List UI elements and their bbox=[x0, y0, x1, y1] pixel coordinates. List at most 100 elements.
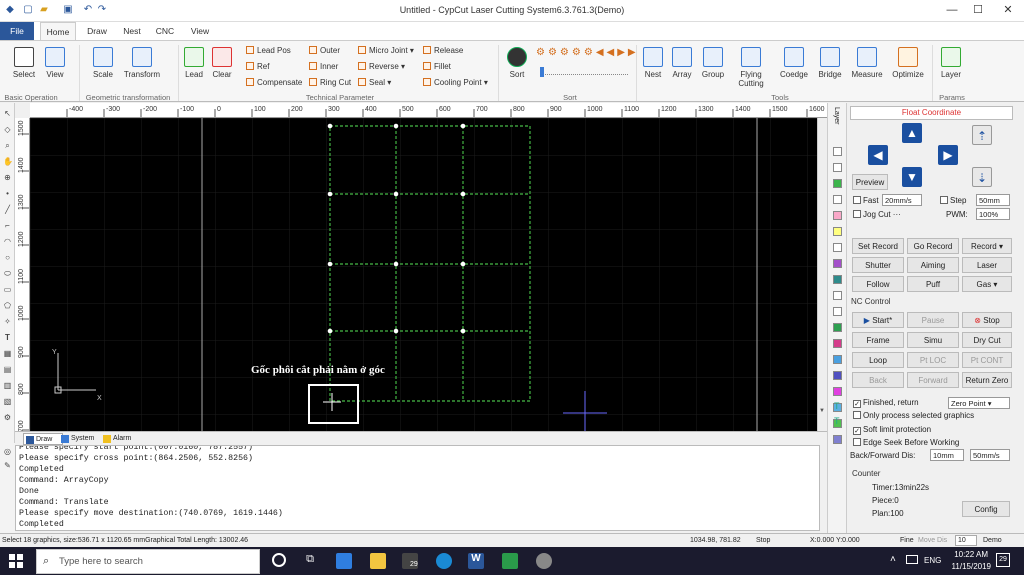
soft-limit-checkbox[interactable]: ✓ Soft limit protection bbox=[853, 425, 931, 435]
tray-arrow-icon[interactable]: ˄ bbox=[890, 554, 896, 565]
view-button[interactable]: View bbox=[38, 47, 72, 79]
jog-left-icon[interactable]: ◀ bbox=[868, 145, 888, 165]
inner-button[interactable]: Inner bbox=[309, 62, 338, 71]
node-edit-icon[interactable]: ◇ bbox=[3, 125, 12, 134]
app-taskbar-icon[interactable] bbox=[536, 553, 552, 569]
aiming-button[interactable]: Aiming bbox=[907, 257, 959, 273]
layer-swatch[interactable] bbox=[833, 259, 842, 268]
fillet-button[interactable]: Fillet bbox=[423, 62, 451, 71]
layer-swatch[interactable] bbox=[833, 291, 842, 300]
sort-slider[interactable] bbox=[540, 67, 628, 77]
minimize-icon[interactable]: — bbox=[940, 2, 964, 18]
cypcut-taskbar-icon[interactable] bbox=[502, 553, 518, 569]
ring-cut-button[interactable]: Ring Cut bbox=[309, 78, 351, 87]
layer-swatch[interactable] bbox=[833, 355, 842, 364]
lead-pos-button[interactable]: Lead Pos bbox=[246, 46, 291, 55]
cortana-icon[interactable] bbox=[272, 553, 286, 567]
micro-joint-button[interactable]: Micro Joint ▾ bbox=[358, 46, 414, 55]
text-layer-icon[interactable]: T bbox=[834, 401, 840, 411]
transform-button[interactable]: Transform bbox=[120, 47, 164, 79]
windows-start-icon[interactable] bbox=[8, 553, 24, 569]
reverse-button[interactable]: Reverse ▾ bbox=[358, 62, 405, 71]
sort-tool-icons[interactable]: ⚙⚙⚙⚙⚙◀◀▶▶ bbox=[536, 47, 636, 61]
return-zero-button[interactable]: Return Zero bbox=[962, 372, 1012, 388]
bridge-button[interactable]: Bridge bbox=[814, 47, 846, 79]
optimize-button[interactable]: Optimize bbox=[888, 47, 928, 79]
layer-swatch[interactable] bbox=[833, 307, 842, 316]
pt-cont-button[interactable]: Pt CONT bbox=[962, 352, 1012, 368]
select-button[interactable]: Select bbox=[6, 47, 42, 79]
step-checkbox[interactable]: Step bbox=[940, 196, 966, 205]
tab-system[interactable]: System bbox=[59, 433, 103, 445]
sort-slider-thumb[interactable] bbox=[540, 67, 544, 77]
ellipse-icon[interactable]: ⬭ bbox=[3, 269, 12, 278]
set-record-button[interactable]: Set Record bbox=[852, 238, 904, 254]
tab-file[interactable]: File bbox=[0, 22, 34, 40]
dry-cut-button[interactable]: Dry Cut bbox=[962, 332, 1012, 348]
layer-swatch[interactable] bbox=[833, 371, 842, 380]
scroll-down-icon[interactable]: ▼ bbox=[819, 408, 826, 415]
star-icon[interactable]: ✧ bbox=[3, 317, 12, 326]
command-console[interactable]: Please specify start point:(007.0160, 78… bbox=[15, 445, 820, 531]
loop-button[interactable]: Loop bbox=[852, 352, 904, 368]
pt-loc-button[interactable]: Pt LOC bbox=[907, 352, 959, 368]
gas-dropdown[interactable]: Gas ▾ bbox=[962, 276, 1012, 292]
sort-button[interactable]: Sort bbox=[502, 47, 532, 79]
forward-button[interactable]: Forward bbox=[907, 372, 959, 388]
drawing-canvas[interactable]: Gốc phôi cắt phải nằm ở góc Y X bbox=[30, 118, 827, 431]
lead-button[interactable]: Lead bbox=[182, 47, 206, 79]
point-icon[interactable]: • bbox=[3, 189, 12, 198]
tab-nest[interactable]: Nest bbox=[118, 22, 146, 40]
simu-button[interactable]: Simu bbox=[907, 332, 959, 348]
stop-button[interactable]: ⊗ Stop bbox=[962, 312, 1012, 328]
line-icon[interactable]: ╱ bbox=[3, 205, 12, 214]
layer-swatch[interactable] bbox=[833, 339, 842, 348]
layer-swatch[interactable] bbox=[833, 211, 842, 220]
go-record-button[interactable]: Go Record bbox=[907, 238, 959, 254]
zoom-icon[interactable]: ⌕ bbox=[3, 141, 12, 150]
preview-button[interactable]: Preview bbox=[852, 174, 888, 190]
pan-icon[interactable]: ✋ bbox=[3, 157, 13, 166]
tab-home[interactable]: Home bbox=[40, 22, 76, 40]
bf-speed-select[interactable]: 50mm/s bbox=[970, 449, 1010, 461]
scale-button[interactable]: Scale bbox=[84, 47, 122, 79]
puff-button[interactable]: Puff bbox=[907, 276, 959, 292]
taskbar-search[interactable]: ⌕ Type here to search bbox=[36, 549, 260, 574]
canvas-drawing[interactable] bbox=[30, 118, 827, 431]
ref-button[interactable]: Ref bbox=[246, 62, 269, 71]
rectangle-icon[interactable]: ▭ bbox=[3, 285, 12, 294]
edge-browser-icon[interactable] bbox=[336, 553, 352, 569]
finished-return-checkbox[interactable]: ✓ Finished, return bbox=[853, 398, 919, 408]
layer-swatch[interactable] bbox=[833, 227, 842, 236]
clear-button[interactable]: Clear bbox=[208, 47, 236, 79]
word-icon[interactable]: W bbox=[468, 553, 484, 569]
fast-speed-select[interactable]: 20mm/s bbox=[882, 194, 922, 206]
layer-swatch[interactable] bbox=[833, 163, 842, 172]
chat-app-icon[interactable] bbox=[436, 553, 452, 569]
pwm-select[interactable]: 100% bbox=[976, 208, 1010, 220]
array-icon[interactable]: ▤ bbox=[3, 365, 12, 374]
polygon-icon[interactable]: ⬠ bbox=[3, 301, 12, 310]
layer-swatch[interactable] bbox=[833, 323, 842, 332]
bf-distance-select[interactable]: 10mm bbox=[930, 449, 964, 461]
text-icon[interactable]: T bbox=[3, 333, 12, 342]
release-button[interactable]: Release bbox=[423, 46, 463, 55]
tab-draw-output[interactable]: Draw bbox=[23, 433, 63, 445]
move-dis-input[interactable]: 10 bbox=[955, 535, 977, 546]
jog-down-icon[interactable]: ▼ bbox=[902, 167, 922, 187]
zero-point-select[interactable]: Zero Point ▾ bbox=[948, 397, 1010, 409]
jog-cut-checkbox[interactable]: Jog Cut ··· bbox=[853, 210, 901, 219]
battery-icon[interactable] bbox=[906, 555, 918, 564]
tab-view[interactable]: View bbox=[186, 22, 214, 40]
layer-swatch[interactable] bbox=[833, 243, 842, 252]
fast-checkbox[interactable]: Fast bbox=[853, 196, 879, 205]
back-button[interactable]: Back bbox=[852, 372, 904, 388]
image-icon[interactable]: ▦ bbox=[3, 349, 12, 358]
clock-time[interactable]: 10:22 AM bbox=[948, 550, 988, 559]
arc-icon[interactable]: ◠ bbox=[3, 237, 12, 246]
canvas-vertical-scrollbar[interactable]: ▼ bbox=[817, 118, 827, 431]
follow-button[interactable]: Follow bbox=[852, 276, 904, 292]
jog-right-icon[interactable]: ▶ bbox=[938, 145, 958, 165]
float-coordinate-select[interactable]: Float Coordinate bbox=[850, 106, 1013, 120]
pause-button[interactable]: Pause bbox=[907, 312, 959, 328]
